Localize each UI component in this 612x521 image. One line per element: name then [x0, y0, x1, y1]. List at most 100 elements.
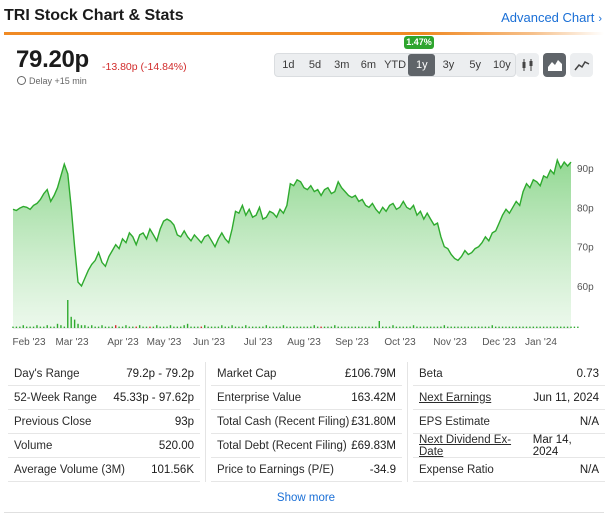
volume-bar: [323, 326, 326, 328]
volume-bar: [193, 326, 196, 328]
volume-bar: [245, 325, 247, 328]
stat-value: 0.73: [576, 367, 599, 380]
volume-bar: [566, 326, 569, 328]
volume-bar: [556, 326, 559, 328]
volume-bar: [265, 325, 268, 328]
volume-bar: [405, 326, 408, 328]
volume-bar: [210, 326, 213, 328]
volume-bar: [15, 326, 18, 328]
stat-row: Price to Earnings (P/E) -34.9: [211, 458, 402, 482]
x-tick-label: Jan '24: [525, 337, 557, 348]
x-tick-label: Jul '23: [244, 337, 273, 348]
volume-bar: [429, 326, 432, 328]
stats-column-2: Market Cap £106.79M Enterprise Value 163.42…: [211, 362, 402, 482]
volume-bar: [56, 323, 59, 328]
volume-bar: [426, 326, 428, 328]
volume-bar: [395, 326, 398, 328]
volume-bar: [344, 326, 346, 328]
volume-bar: [364, 326, 367, 328]
show-more-link[interactable]: Show more: [0, 492, 612, 504]
volume-bar: [19, 326, 21, 328]
volume-bar: [453, 326, 456, 328]
volume-bar: [217, 326, 220, 328]
volume-bar: [375, 326, 377, 328]
volume-bar: [180, 326, 182, 328]
volume-bar: [289, 326, 291, 328]
volume-bar: [138, 325, 141, 328]
stat-row: Enterprise Value 163.42M: [211, 386, 402, 410]
stat-row: Total Cash (Recent Filing) £31.80M: [211, 410, 402, 434]
stat-label: Price to Earnings (P/E): [217, 463, 334, 476]
x-tick-label: Dec '23: [482, 337, 516, 348]
stat-label: Enterprise Value: [217, 391, 302, 404]
volume-bar: [337, 326, 339, 328]
bottom-divider: [4, 512, 604, 513]
volume-bar: [135, 326, 137, 328]
volume-bar: [275, 326, 278, 328]
volume-bar: [156, 325, 158, 328]
volume-bar: [53, 326, 55, 328]
stat-label: Previous Close: [14, 415, 92, 428]
volume-bar: [204, 325, 206, 328]
volume-bar: [299, 326, 302, 328]
stat-value: -34.9: [369, 463, 396, 476]
volume-bar: [313, 325, 315, 328]
volume-bar: [553, 326, 555, 328]
volume-bar: [125, 325, 127, 328]
volume-bar: [515, 326, 517, 328]
volume-bar: [67, 300, 69, 328]
volume-bar: [532, 326, 535, 328]
volume-bar: [36, 325, 38, 328]
stat-value: N/A: [579, 463, 599, 476]
stat-row: Day's Range 79.2p - 79.2p: [8, 362, 200, 386]
volume-bar: [49, 326, 52, 328]
volume-bar: [382, 326, 384, 328]
volume-bar: [162, 326, 165, 328]
volume-bar: [464, 326, 466, 328]
volume-bar: [73, 319, 76, 328]
volume-bar: [402, 326, 404, 328]
volume-bar: [351, 326, 353, 328]
volume-bar: [399, 326, 401, 328]
volume-bar: [70, 316, 72, 328]
stat-value: 101.56K: [151, 463, 194, 476]
stat-value: 163.42M: [351, 391, 396, 404]
volume-bar: [22, 325, 24, 328]
stat-value: £31.80M: [351, 415, 396, 428]
volume-bar: [238, 326, 240, 328]
volume-bar: [501, 326, 504, 328]
volume-bar: [176, 326, 179, 328]
volume-bar: [84, 325, 86, 328]
volume-bar: [474, 326, 476, 328]
volume-bar: [159, 326, 161, 328]
stat-label[interactable]: Next Dividend Ex-Date: [419, 434, 533, 458]
volume-bar: [101, 325, 103, 328]
stat-row: EPS Estimate N/A: [413, 410, 605, 434]
volume-bar: [272, 326, 274, 328]
volume-bar: [121, 326, 124, 328]
volume-bar: [570, 326, 572, 328]
volume-bar: [560, 326, 562, 328]
volume-bar: [549, 326, 552, 328]
volume-bar: [63, 326, 66, 328]
stat-value: £106.79M: [344, 367, 396, 380]
x-tick-label: Aug '23: [287, 337, 321, 348]
x-tick-label: Oct '23: [384, 337, 416, 348]
x-tick-label: Mar '23: [55, 337, 88, 348]
volume-bar: [296, 326, 298, 328]
stats-column-3: Beta 0.73 Next Earnings Jun 11, 2024 EPS Est…: [413, 362, 605, 482]
x-tick-label: Jun '23: [193, 337, 225, 348]
stat-label[interactable]: Next Earnings: [419, 392, 491, 404]
volume-bar: [149, 326, 151, 328]
stat-value: 520.00: [158, 439, 194, 452]
volume-bar: [186, 323, 189, 328]
volume-bar: [334, 325, 336, 328]
volume-bar: [371, 326, 374, 328]
volume-bar: [258, 326, 261, 328]
stat-row: 52-Week Range 45.33p - 97.62p: [8, 386, 200, 410]
volume-bar: [522, 326, 524, 328]
volume-bar: [152, 326, 155, 328]
volume-bar: [471, 326, 473, 328]
volume-bar: [327, 326, 329, 328]
volume-bar: [231, 325, 233, 328]
